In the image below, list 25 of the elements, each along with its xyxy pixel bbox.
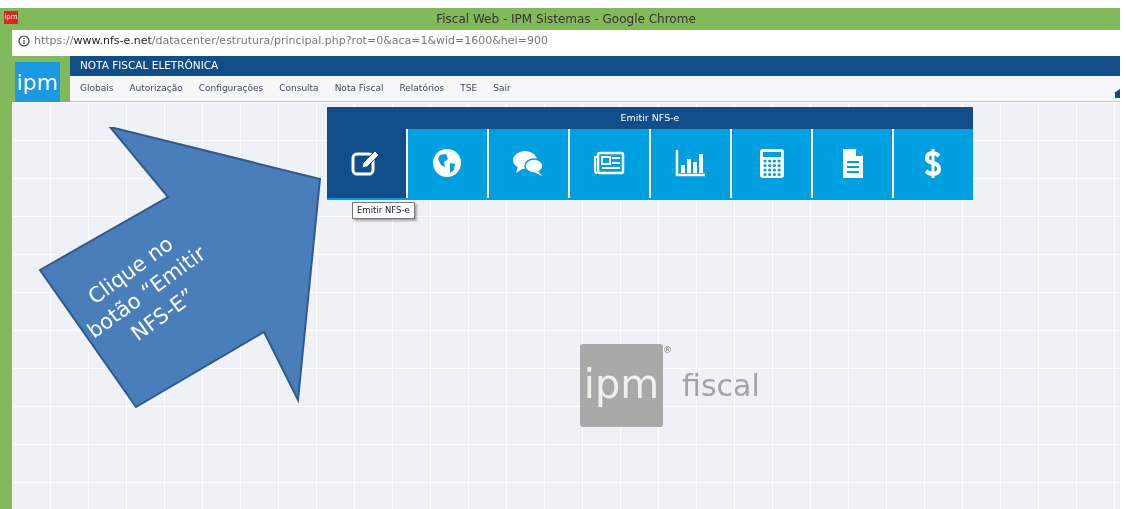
tooltip: Emitir NFS-e: [352, 202, 415, 219]
tile-button[interactable]: [813, 129, 892, 198]
menu-item[interactable]: Sair: [493, 81, 511, 96]
home-icon[interactable]: [1114, 88, 1120, 98]
brand-logo: ipm: [580, 344, 663, 427]
registered-mark: ®: [663, 344, 672, 357]
tile-button[interactable]: [732, 129, 811, 198]
menu-item[interactable]: TSE: [460, 81, 478, 96]
brand-name: fiscal: [682, 367, 760, 405]
window-title: Fiscal Web - IPM Sistemas - Google Chrome: [436, 11, 696, 28]
tile-button[interactable]: [408, 129, 487, 198]
menu-item[interactable]: Relatórios: [399, 81, 445, 96]
info-icon: [18, 35, 30, 47]
app-title: NOTA FISCAL ELETRÔNICA: [80, 58, 219, 74]
tile-button[interactable]: [489, 129, 568, 198]
menu-item[interactable]: Autorização: [129, 81, 183, 96]
tile-button[interactable]: [570, 129, 649, 198]
tile-button[interactable]: [327, 129, 406, 198]
tile-button[interactable]: [894, 129, 973, 198]
menu-item[interactable]: Nota Fiscal: [334, 81, 384, 96]
menu-item[interactable]: Consulta: [279, 81, 319, 96]
panel-title: Emitir NFS-e: [620, 110, 680, 125]
menu-item[interactable]: Globais: [80, 81, 114, 96]
tile-button[interactable]: [651, 129, 730, 198]
menu-item[interactable]: Configurações: [198, 81, 264, 96]
